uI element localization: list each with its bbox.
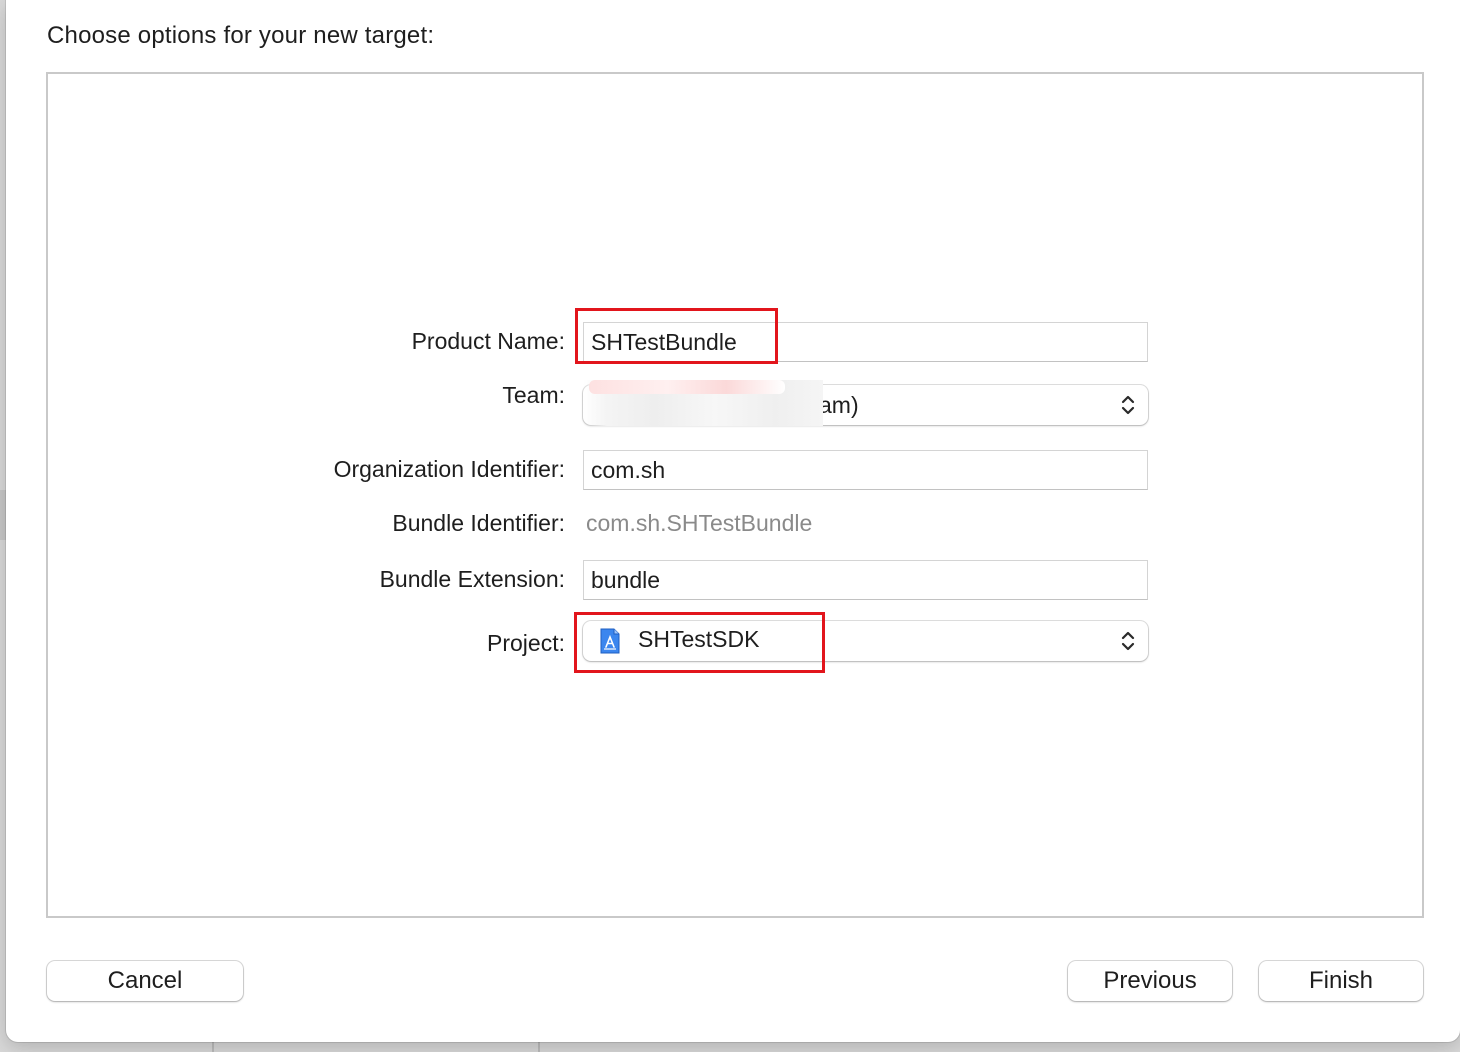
redacted-team-name — [583, 380, 823, 426]
new-target-options-sheet: Choose options for your new target: Prod… — [6, 0, 1460, 1042]
bundle-extension-field[interactable]: bundle — [583, 560, 1148, 600]
bundle-extension-label: Bundle Extension: — [379, 566, 565, 592]
organization-identifier-label: Organization Identifier: — [333, 456, 565, 482]
product-name-field[interactable]: SHTestBundle — [583, 322, 1148, 362]
redaction-smudge — [589, 380, 785, 394]
up-down-chevron-icon — [1121, 631, 1135, 651]
organization-identifier-value: com.sh — [591, 457, 666, 483]
product-name-value: SHTestBundle — [591, 329, 737, 355]
bundle-extension-value: bundle — [591, 567, 661, 593]
project-value: SHTestSDK — [638, 626, 760, 652]
options-panel: Product Name: Team: Organization Identif… — [46, 72, 1424, 918]
form-labels: Product Name: Team: Organization Identif… — [48, 74, 565, 916]
team-label: Team: — [502, 382, 565, 408]
product-name-label: Product Name: — [411, 328, 565, 354]
project-popup[interactable]: SHTestSDK — [583, 621, 1148, 661]
organization-identifier-field[interactable]: com.sh — [583, 450, 1148, 490]
sheet-title: Choose options for your new target: — [47, 22, 435, 49]
project-label: Project: — [487, 630, 565, 656]
bundle-identifier-label: Bundle Identifier: — [392, 510, 565, 536]
cancel-button[interactable]: Cancel — [47, 961, 243, 1001]
previous-button[interactable]: Previous — [1068, 961, 1232, 1001]
bundle-identifier-value: com.sh.SHTestBundle — [586, 510, 813, 536]
up-down-chevron-icon — [1121, 395, 1135, 415]
finish-button[interactable]: Finish — [1259, 961, 1423, 1001]
xcode-project-icon — [600, 628, 620, 654]
team-value-fragment: am) — [819, 392, 859, 418]
